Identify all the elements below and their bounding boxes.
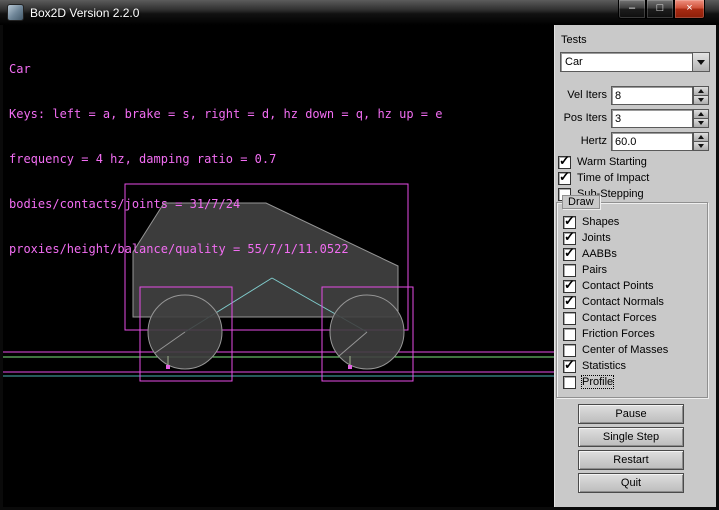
check-icon[interactable] <box>563 232 576 245</box>
draw-group-items: Shapes Joints AABBs Pairs <box>557 203 707 389</box>
checkbox-warm-starting[interactable]: Warm Starting <box>558 155 647 169</box>
checkbox-label[interactable]: Shapes <box>582 216 619 228</box>
debug-line-test-name: Car <box>9 62 442 77</box>
vel-iters-input[interactable] <box>612 87 692 104</box>
checkbox-label[interactable]: Time of Impact <box>577 172 649 184</box>
checkbox-label[interactable]: Contact Normals <box>582 296 664 308</box>
pos-iters-spinner: Pos Iters <box>554 109 710 128</box>
draw-group-title: Draw <box>562 195 600 209</box>
checkbox-pairs[interactable]: Pairs <box>563 263 707 277</box>
checkbox-label[interactable]: Joints <box>582 232 611 244</box>
debug-line-frequency: frequency = 4 hz, damping ratio = 0.7 <box>9 152 442 167</box>
pos-iters-arrows <box>693 109 709 128</box>
checkbox-statistics[interactable]: Statistics <box>563 359 707 373</box>
window-title: Box2D Version 2.2.0 <box>30 6 139 20</box>
debug-line-proxies: proxies/height/balance/quality = 55/7/1/… <box>9 242 442 257</box>
left-contact-point <box>166 365 170 369</box>
debug-line-stats: bodies/contacts/joints = 31/7/24 <box>9 197 442 212</box>
chevron-down-icon <box>697 60 705 65</box>
vel-iters-up-button[interactable] <box>693 86 709 96</box>
checkbox-label[interactable]: AABBs <box>582 248 617 260</box>
checkbox-label[interactable]: Center of Masses <box>582 344 668 356</box>
check-icon[interactable] <box>563 216 576 229</box>
test-select-value: Car <box>561 56 692 68</box>
checkbox-profile[interactable]: Profile <box>563 375 707 389</box>
vel-iters-label: Vel Iters <box>554 89 607 101</box>
checkbox-aabbs[interactable]: AABBs <box>563 247 707 261</box>
restart-button[interactable]: Restart <box>578 450 684 470</box>
check-icon[interactable] <box>563 312 576 325</box>
checkbox-contact-normals[interactable]: Contact Normals <box>563 295 707 309</box>
checkbox-label[interactable]: Friction Forces <box>582 328 655 340</box>
check-icon[interactable] <box>558 172 571 185</box>
pos-iters-up-button[interactable] <box>693 109 709 119</box>
hertz-up-button[interactable] <box>693 132 709 142</box>
single-step-button[interactable]: Single Step <box>578 427 684 447</box>
tests-label: Tests <box>561 34 587 46</box>
pos-iters-label: Pos Iters <box>554 112 607 124</box>
pos-iters-down-button[interactable] <box>693 119 709 128</box>
checkbox-label[interactable]: Pairs <box>582 264 607 276</box>
checkbox-friction-forces[interactable]: Friction Forces <box>563 327 707 341</box>
arrow-down-icon <box>698 121 704 125</box>
maximize-button[interactable]: □ <box>646 0 674 19</box>
checkbox-label[interactable]: Statistics <box>582 360 626 372</box>
checkbox-label[interactable]: Contact Forces <box>582 312 657 324</box>
hertz-input[interactable] <box>612 133 692 150</box>
check-icon[interactable] <box>563 280 576 293</box>
vel-iters-down-button[interactable] <box>693 96 709 105</box>
pos-iters-field <box>611 109 693 128</box>
arrow-up-icon <box>698 89 704 93</box>
test-select-dropdown[interactable]: Car <box>560 52 710 72</box>
debug-text-overlay: Car Keys: left = a, brake = s, right = d… <box>9 32 442 287</box>
check-icon[interactable] <box>563 328 576 341</box>
check-icon[interactable] <box>558 156 571 169</box>
titlebar[interactable]: Box2D Version 2.2.0 – □ × <box>0 0 719 25</box>
check-icon[interactable] <box>563 248 576 261</box>
check-icon[interactable] <box>563 344 576 357</box>
checkbox-center-of-masses[interactable]: Center of Masses <box>563 343 707 357</box>
app-window: Box2D Version 2.2.0 – □ × <box>0 0 719 510</box>
pause-button[interactable]: Pause <box>578 404 684 424</box>
minimize-button[interactable]: – <box>618 0 646 19</box>
checkbox-contact-points[interactable]: Contact Points <box>563 279 707 293</box>
checkbox-time-of-impact[interactable]: Time of Impact <box>558 171 649 185</box>
hertz-label: Hertz <box>554 135 607 147</box>
control-panel: Tests Car Vel Iters Pos Iters <box>554 25 716 507</box>
window-content: Car Keys: left = a, brake = s, right = d… <box>3 25 716 507</box>
close-button[interactable]: × <box>674 0 705 19</box>
draw-group: Draw Shapes Joints AABBs <box>556 202 708 398</box>
simulation-canvas[interactable]: Car Keys: left = a, brake = s, right = d… <box>3 25 554 507</box>
window-controls: – □ × <box>618 0 705 19</box>
checkbox-label[interactable]: Warm Starting <box>577 156 647 168</box>
arrow-up-icon <box>698 135 704 139</box>
vel-iters-spinner: Vel Iters <box>554 86 710 105</box>
check-icon[interactable] <box>563 264 576 277</box>
check-icon[interactable] <box>563 360 576 373</box>
debug-line-keys: Keys: left = a, brake = s, right = d, hz… <box>9 107 442 122</box>
right-contact-point <box>348 365 352 369</box>
checkbox-label[interactable]: Profile <box>582 376 613 388</box>
arrow-down-icon <box>698 144 704 148</box>
pos-iters-input[interactable] <box>612 110 692 127</box>
checkbox-shapes[interactable]: Shapes <box>563 215 707 229</box>
vel-iters-arrows <box>693 86 709 105</box>
hertz-field <box>611 132 693 151</box>
arrow-down-icon <box>698 98 704 102</box>
check-icon[interactable] <box>563 376 576 389</box>
hertz-spinner: Hertz <box>554 132 710 151</box>
vel-iters-field <box>611 86 693 105</box>
check-icon[interactable] <box>563 296 576 309</box>
checkbox-joints[interactable]: Joints <box>563 231 707 245</box>
test-select-arrow-button[interactable] <box>692 53 709 71</box>
hertz-down-button[interactable] <box>693 142 709 151</box>
checkbox-label[interactable]: Contact Points <box>582 280 654 292</box>
app-icon <box>7 4 24 21</box>
arrow-up-icon <box>698 112 704 116</box>
checkbox-contact-forces[interactable]: Contact Forces <box>563 311 707 325</box>
quit-button[interactable]: Quit <box>578 473 684 493</box>
hertz-arrows <box>693 132 709 151</box>
